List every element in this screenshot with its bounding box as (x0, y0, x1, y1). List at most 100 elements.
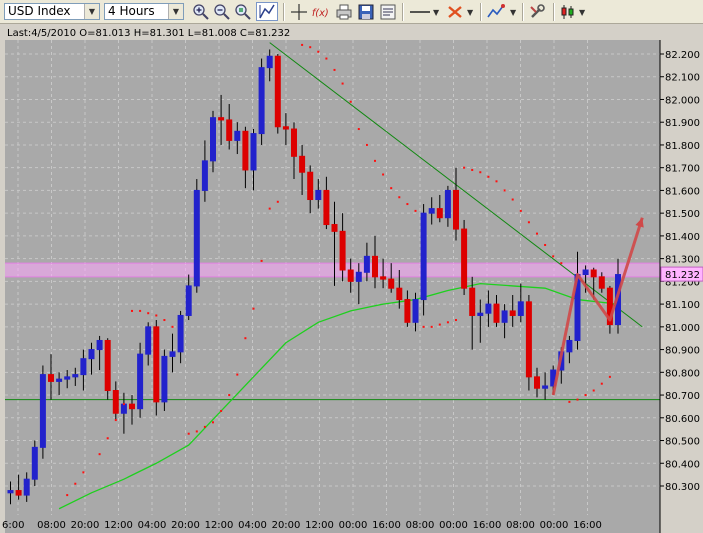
crosshair-icon[interactable] (290, 3, 308, 21)
timeframe-select[interactable]: 4 Hours ▼ (104, 3, 184, 20)
sar-dot (301, 43, 304, 46)
candle-body (420, 212, 427, 301)
sar-dot (430, 325, 433, 328)
x-tick-label: 20:00 (272, 520, 301, 531)
x-tick-label: 16:00 (473, 520, 502, 531)
sar-dot (106, 437, 109, 440)
auto-scroll-icon[interactable] (234, 3, 252, 21)
sar-dot (171, 325, 174, 328)
candle-body (525, 301, 532, 378)
sar-dot (414, 209, 417, 212)
line-tool-icon[interactable] (408, 3, 432, 21)
x-tick-label: 00:00 (339, 520, 368, 531)
sar-dot (260, 259, 263, 262)
sar-dot (544, 243, 547, 246)
properties-icon[interactable] (379, 3, 397, 21)
y-tick-label: 80.600 (665, 414, 700, 425)
chevron-down-icon[interactable]: ▼ (510, 8, 516, 17)
sar-dot (552, 255, 555, 258)
candle-body (517, 301, 524, 316)
sar-dot (455, 319, 457, 322)
zoom-in-icon[interactable] (192, 3, 210, 21)
y-tick-label: 80.800 (665, 368, 700, 379)
sar-dot (357, 128, 360, 131)
candle-body (315, 189, 322, 201)
candle-body (347, 269, 354, 282)
candle-body (380, 276, 387, 280)
svg-text:f(x): f(x) (312, 8, 329, 19)
sar-dot (536, 232, 538, 235)
toolbar-separator (402, 3, 404, 21)
sar-dot (114, 419, 117, 422)
sar-dot (446, 321, 449, 324)
sar-dot (511, 198, 514, 201)
y-tick-label: 81.300 (665, 255, 700, 266)
chart-type-icon[interactable] (559, 3, 577, 21)
candle-body (388, 278, 395, 289)
candle-body (258, 67, 265, 135)
candle-body (234, 130, 241, 141)
candle-body (566, 339, 573, 353)
candle-body (39, 374, 46, 448)
candle-body (120, 403, 127, 414)
sar-dot (98, 453, 101, 456)
timeframe-select-value: 4 Hours (108, 4, 155, 18)
sar-dot (325, 57, 328, 60)
candle-body (412, 299, 419, 323)
toolbar: USD Index ▼ 4 Hours ▼ f(x) ▼ ▼ ▼ ▼ (0, 0, 703, 24)
candle-body (72, 374, 79, 378)
objects-icon[interactable] (446, 3, 464, 21)
y-tick-label: 80.700 (665, 391, 700, 402)
sar-dot (220, 409, 223, 412)
sar-dot (203, 425, 206, 428)
x-tick-label: 6:00 (2, 520, 24, 531)
candle-body (250, 133, 257, 171)
sar-dot (228, 394, 231, 397)
symbol-select[interactable]: USD Index ▼ (4, 3, 100, 20)
indicators-fx-icon[interactable]: f(x) (311, 3, 329, 21)
chevron-down-icon[interactable]: ▼ (84, 4, 99, 19)
candle-body (428, 208, 435, 214)
plot-area (5, 40, 660, 533)
price-chart[interactable]: 82.200 82.100 82.000 81.900 81.800 81.700 81.6… (0, 24, 703, 533)
x-tick-label: 08:00 (37, 520, 66, 531)
chevron-down-icon[interactable]: ▼ (467, 8, 473, 17)
sar-dot (519, 209, 522, 212)
y-tick-label: 82.100 (665, 73, 700, 84)
sar-dot (608, 375, 611, 378)
y-tick-label: 82.000 (665, 95, 700, 106)
candle-body (129, 403, 135, 410)
candle-body (299, 155, 306, 173)
candle-body (23, 478, 30, 496)
chart-shift-button[interactable] (256, 2, 278, 21)
candle-body (485, 303, 492, 314)
candle-body (137, 353, 144, 410)
settings-icon[interactable] (528, 3, 546, 21)
y-tick-label: 81.700 (665, 164, 700, 175)
sar-dot (341, 82, 344, 85)
candle-body (477, 312, 484, 316)
x-tick-label: 12:00 (305, 520, 334, 531)
chevron-down-icon[interactable]: ▼ (433, 8, 439, 17)
sar-dot (122, 403, 125, 406)
periodicity-icon[interactable] (486, 3, 508, 21)
sar-dot (82, 471, 85, 474)
candle-body (80, 358, 87, 376)
sar-dot (463, 166, 466, 169)
symbol-select-value: USD Index (8, 4, 71, 18)
y-tick-label: 81.100 (665, 300, 700, 311)
candle-body (145, 326, 152, 355)
last-price-label: 81.232 (665, 270, 700, 281)
print-icon[interactable] (335, 3, 353, 21)
candle-body (48, 374, 54, 382)
zoom-out-icon[interactable] (213, 3, 231, 21)
sar-dot (66, 494, 69, 497)
candle-body (339, 230, 346, 271)
sar-dot (268, 207, 271, 210)
candle-body (323, 189, 330, 226)
chevron-down-icon[interactable]: ▼ (168, 4, 183, 19)
chevron-down-icon[interactable]: ▼ (579, 8, 585, 17)
candle-body (161, 355, 168, 403)
save-icon[interactable] (357, 3, 375, 21)
x-tick-label: 04:00 (138, 520, 167, 531)
